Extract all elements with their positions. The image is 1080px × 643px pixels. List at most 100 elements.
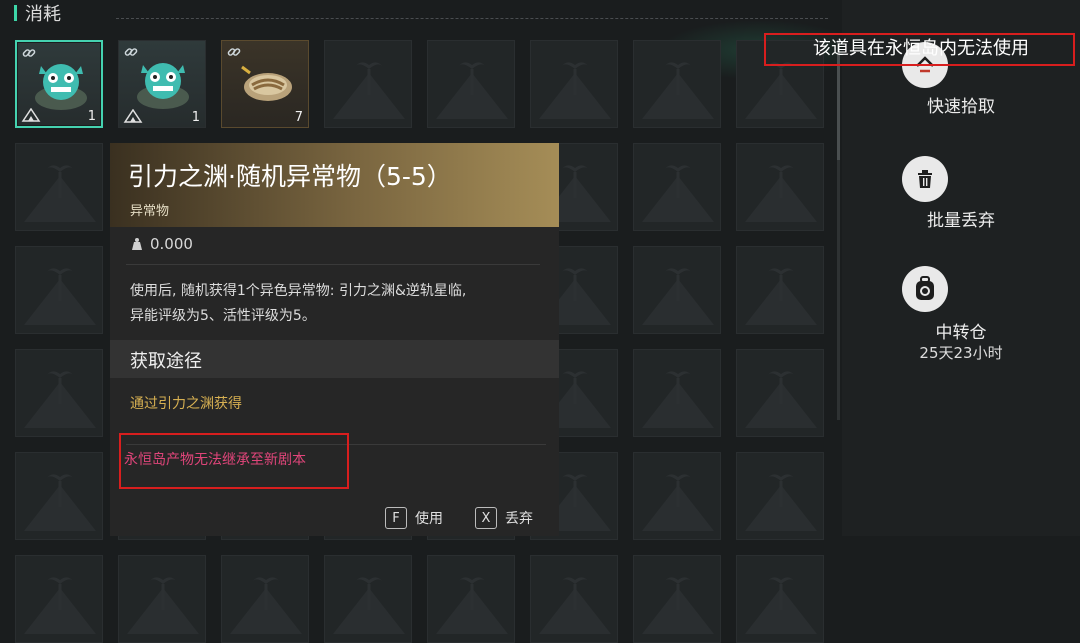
palm-placeholder-icon bbox=[355, 62, 383, 95]
empty-slot[interactable] bbox=[736, 452, 824, 540]
empty-slot[interactable] bbox=[530, 555, 618, 643]
empty-slot[interactable] bbox=[736, 555, 824, 643]
item-quantity: 1 bbox=[191, 110, 200, 125]
palm-placeholder-icon bbox=[767, 577, 795, 610]
item-quantity: 1 bbox=[87, 109, 96, 124]
empty-slot[interactable] bbox=[633, 349, 721, 437]
palm-placeholder-icon bbox=[458, 62, 486, 95]
palm-placeholder-icon bbox=[767, 268, 795, 301]
anomaly-creature-icon bbox=[137, 63, 189, 109]
palm-placeholder-icon bbox=[561, 62, 589, 95]
item-tooltip: 引力之渊·随机异常物（5-5） 异常物 0.000 使用后, 随机获得1个异色异… bbox=[110, 143, 559, 536]
quick-pickup-label[interactable]: 快速拾取 bbox=[842, 92, 1080, 117]
palm-placeholder-icon bbox=[561, 371, 589, 404]
item-weight: 0.000 bbox=[130, 235, 193, 253]
transfer-timer: 25天23小时 bbox=[919, 344, 1003, 362]
empty-slot[interactable] bbox=[633, 40, 721, 128]
notice-highlight-box bbox=[764, 33, 1075, 66]
empty-slot[interactable] bbox=[427, 555, 515, 643]
empty-slot[interactable] bbox=[736, 246, 824, 334]
empty-slot[interactable] bbox=[324, 40, 412, 128]
bound-link-icon bbox=[227, 48, 241, 56]
palm-placeholder-icon bbox=[355, 577, 383, 610]
palm-placeholder-icon bbox=[664, 371, 692, 404]
empty-slot[interactable] bbox=[633, 246, 721, 334]
tooltip-header: 引力之渊·随机异常物（5-5） 异常物 bbox=[110, 143, 559, 227]
key-x: X bbox=[475, 507, 497, 529]
inventory-slot[interactable]: 7 bbox=[221, 40, 309, 128]
acquisition-title: 获取途径 bbox=[130, 351, 202, 372]
empty-slot[interactable] bbox=[736, 349, 824, 437]
palm-placeholder-icon bbox=[664, 268, 692, 301]
empty-slot[interactable] bbox=[15, 143, 103, 231]
side-panel: 快速拾取 批量丢弃 中转仓 25天23小时 bbox=[842, 0, 1080, 536]
palm-placeholder-icon bbox=[46, 577, 74, 610]
empty-slot[interactable] bbox=[633, 452, 721, 540]
sardine-can-icon bbox=[241, 65, 292, 101]
palm-placeholder-icon bbox=[561, 474, 589, 507]
key-f: F bbox=[385, 507, 407, 529]
palm-placeholder-icon bbox=[46, 474, 74, 507]
palm-placeholder-icon bbox=[767, 165, 795, 198]
palm-placeholder-icon bbox=[458, 577, 486, 610]
tooltip-divider bbox=[126, 264, 540, 265]
palm-placeholder-icon bbox=[46, 268, 74, 301]
empty-slot[interactable] bbox=[15, 555, 103, 643]
header-divider bbox=[116, 18, 828, 19]
bulk-discard-button[interactable] bbox=[902, 156, 948, 202]
empty-slot[interactable] bbox=[633, 143, 721, 231]
discard-hint[interactable]: X 丢弃 bbox=[475, 507, 533, 529]
item-description: 使用后, 随机获得1个异色异常物: 引力之渊&逆轨星临, 异能评级为5、活性评级… bbox=[130, 279, 540, 329]
rarity-icon bbox=[123, 109, 143, 123]
inventory-slot[interactable]: 1 bbox=[15, 40, 103, 128]
empty-slot[interactable] bbox=[15, 349, 103, 437]
anomaly-creature-icon bbox=[35, 64, 87, 110]
empty-slot[interactable] bbox=[736, 143, 824, 231]
transfer-storage-button[interactable] bbox=[902, 266, 948, 312]
use-hint[interactable]: F 使用 bbox=[385, 507, 443, 529]
palm-placeholder-icon bbox=[664, 474, 692, 507]
trash-icon bbox=[918, 170, 932, 188]
warning-highlight-box bbox=[119, 433, 349, 489]
bound-link-icon bbox=[22, 49, 36, 57]
empty-slot[interactable] bbox=[15, 246, 103, 334]
bulk-discard-label[interactable]: 批量丢弃 bbox=[842, 206, 1080, 231]
inventory-slot[interactable]: 1 bbox=[118, 40, 206, 128]
palm-placeholder-icon bbox=[767, 371, 795, 404]
backpack-icon bbox=[916, 276, 934, 300]
palm-placeholder-icon bbox=[664, 165, 692, 198]
empty-slot[interactable] bbox=[427, 40, 515, 128]
item-type: 异常物 bbox=[130, 204, 170, 219]
empty-slot[interactable] bbox=[15, 452, 103, 540]
palm-placeholder-icon bbox=[561, 165, 589, 198]
empty-slot[interactable] bbox=[221, 555, 309, 643]
empty-slot[interactable] bbox=[633, 555, 721, 643]
description-line: 使用后, 随机获得1个异色异常物: 引力之渊&逆轨星临, bbox=[130, 283, 467, 299]
acquisition-source: 通过引力之渊获得 bbox=[130, 396, 242, 412]
use-label: 使用 bbox=[415, 511, 443, 527]
section-title: 消耗 bbox=[25, 4, 61, 25]
palm-placeholder-icon bbox=[561, 577, 589, 610]
bound-link-icon bbox=[124, 48, 138, 56]
weight-icon bbox=[132, 238, 142, 250]
rarity-icon bbox=[21, 108, 41, 122]
empty-slot[interactable] bbox=[530, 40, 618, 128]
item-name: 引力之渊·随机异常物（5-5） bbox=[128, 162, 452, 191]
discard-label: 丢弃 bbox=[505, 511, 533, 527]
transfer-storage-label[interactable]: 中转仓 bbox=[842, 318, 1080, 343]
item-quantity: 7 bbox=[294, 110, 303, 125]
empty-slot[interactable] bbox=[324, 555, 412, 643]
empty-slot[interactable] bbox=[118, 555, 206, 643]
palm-placeholder-icon bbox=[252, 577, 280, 610]
palm-placeholder-icon bbox=[46, 371, 74, 404]
palm-placeholder-icon bbox=[767, 474, 795, 507]
weight-value: 0.000 bbox=[150, 235, 193, 253]
palm-placeholder-icon bbox=[664, 62, 692, 95]
palm-placeholder-icon bbox=[664, 577, 692, 610]
title-accent-bar bbox=[14, 5, 17, 21]
palm-placeholder-icon bbox=[46, 165, 74, 198]
acquisition-section-header: 获取途径 bbox=[110, 340, 559, 378]
section-header: 消耗 bbox=[14, 0, 61, 26]
palm-placeholder-icon bbox=[149, 577, 177, 610]
palm-placeholder-icon bbox=[561, 268, 589, 301]
